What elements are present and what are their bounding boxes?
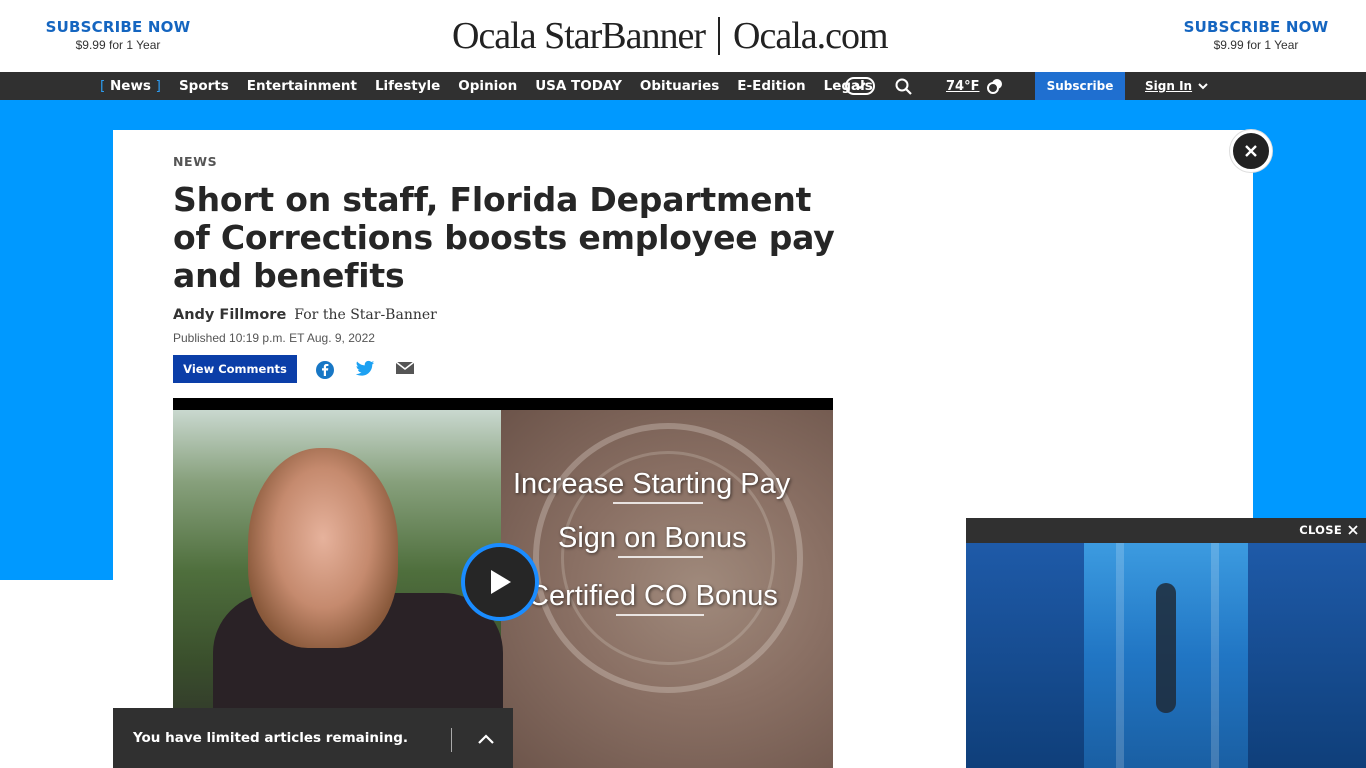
email-icon (395, 361, 415, 374)
chevron-down-icon (854, 82, 866, 90)
weather-widget[interactable]: 74°F (946, 72, 1005, 100)
nav-item-news[interactable]: [ News ] (100, 78, 161, 94)
video-overlay-underline (618, 556, 703, 558)
chevron-up-icon (478, 734, 494, 744)
subscribe-button[interactable]: Subscribe (1035, 72, 1125, 100)
author-affiliation: For the Star-Banner (294, 307, 437, 323)
logo-divider (718, 17, 721, 55)
share-email-button[interactable] (395, 360, 415, 378)
subscribe-promo-title: SUBSCRIBE NOW (1183, 18, 1329, 36)
video-overlay-line-3: Certified CO Bonus (528, 580, 778, 612)
byline: Andy Fillmore For the Star-Banner (173, 307, 437, 323)
video-overlay-underline (613, 502, 703, 504)
close-label: CLOSE (1299, 523, 1342, 537)
subscribe-promo-price: $9.99 for 1 Year (75, 38, 161, 52)
facebook-icon (316, 361, 334, 379)
nav-item-e-edition[interactable]: E-Edition (737, 78, 805, 94)
nav-item-usa-today[interactable]: USA TODAY (535, 78, 622, 94)
nav-item-entertainment[interactable]: Entertainment (247, 78, 357, 94)
masthead: SUBSCRIBE NOW $9.99 for 1 Year Ocala Sta… (0, 0, 1366, 72)
share-facebook-button[interactable] (315, 360, 335, 379)
logo-starbanner: Ocala StarBanner (452, 15, 706, 57)
expand-limited-bar-button[interactable] (475, 728, 497, 750)
video-person-head (248, 448, 398, 648)
subscribe-promo-price: $9.99 for 1 Year (1213, 38, 1299, 52)
nav-item-obituaries[interactable]: Obituaries (640, 78, 719, 94)
nav-item-lifestyle[interactable]: Lifestyle (375, 78, 440, 94)
video-overlay-underline (616, 614, 704, 616)
nav-item-sports[interactable]: Sports (179, 78, 229, 94)
more-menu-button[interactable] (845, 77, 875, 95)
limited-bar-divider (451, 728, 452, 752)
logo-ocala-com: Ocala.com (733, 15, 889, 57)
pool-lane-line (1211, 543, 1219, 768)
floating-player-bar: CLOSE (966, 518, 1366, 543)
video-overlay-line-2: Sign on Bonus (558, 522, 747, 554)
published-date: Published 10:19 p.m. ET Aug. 9, 2022 (173, 331, 375, 345)
sign-in-label: Sign In (1145, 79, 1193, 93)
floating-video-player: CLOSE (966, 518, 1366, 768)
limited-articles-text: You have limited articles remaining. (133, 730, 409, 746)
main-nav: [ News ] Sports Entertainment Lifestyle … (0, 72, 1366, 100)
close-icon (1245, 145, 1257, 157)
close-floating-player-button[interactable]: CLOSE (1299, 523, 1358, 537)
search-icon (895, 78, 912, 95)
pool-lane-line (1116, 543, 1124, 768)
limited-articles-bar: You have limited articles remaining. (113, 708, 513, 768)
twitter-icon (355, 360, 375, 376)
play-icon (491, 570, 511, 594)
site-logo[interactable]: Ocala StarBanner Ocala.com (452, 14, 889, 58)
subscribe-promo-title: SUBSCRIBE NOW (45, 18, 191, 36)
play-button[interactable] (461, 543, 539, 621)
subscribe-promo-left[interactable]: SUBSCRIBE NOW $9.99 for 1 Year (38, 18, 198, 52)
article-headline: Short on staff, Florida Department of Co… (173, 180, 835, 295)
swimmer-figure (1156, 583, 1176, 713)
chevron-down-icon (1198, 82, 1208, 89)
floating-video[interactable] (966, 543, 1366, 768)
section-label[interactable]: NEWS (173, 154, 217, 169)
search-button[interactable] (895, 78, 913, 96)
author-name[interactable]: Andy Fillmore (173, 307, 286, 323)
share-twitter-button[interactable] (355, 360, 375, 378)
close-panel-button[interactable] (1230, 130, 1272, 172)
subscribe-promo-right[interactable]: SUBSCRIBE NOW $9.99 for 1 Year (1176, 18, 1336, 52)
video-overlay-line-1: Increase Starting Pay (513, 468, 791, 500)
weather-icon (987, 79, 1003, 94)
sign-in-button[interactable]: Sign In (1145, 72, 1208, 100)
nav-item-opinion[interactable]: Opinion (458, 78, 517, 94)
nav-items: [ News ] Sports Entertainment Lifestyle … (100, 72, 891, 100)
view-comments-button[interactable]: View Comments (173, 355, 297, 383)
close-icon (1348, 525, 1358, 535)
weather-temperature: 74°F (946, 78, 980, 94)
